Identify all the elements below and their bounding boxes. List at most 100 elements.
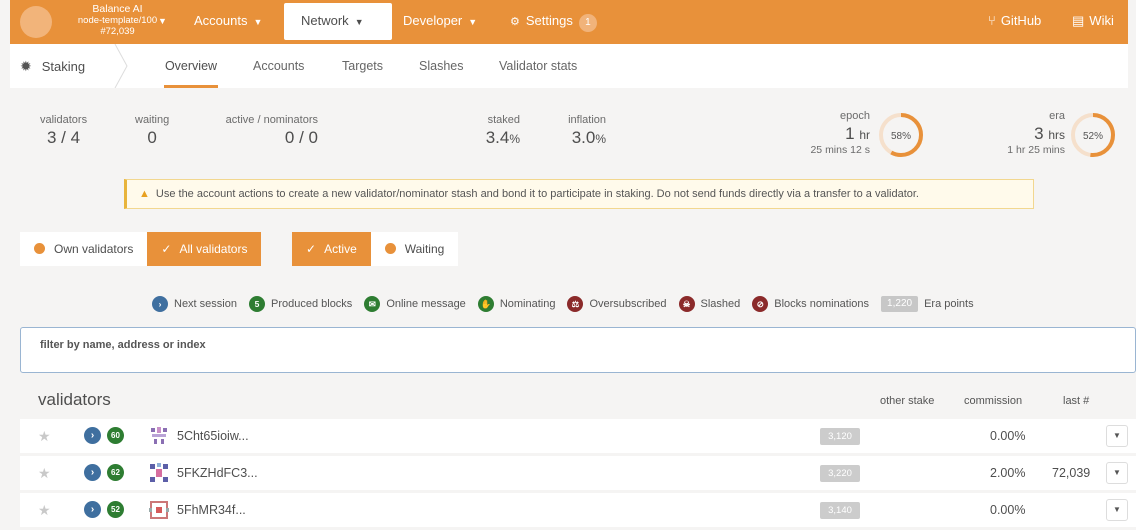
epoch-remaining: 25 mins 12 s <box>810 144 870 156</box>
inflation-number: 3.0 <box>571 128 596 147</box>
legend-next-session: › Next session <box>152 296 237 312</box>
next-session-icon: › <box>84 464 101 481</box>
chain-name: Balance AI <box>92 3 143 15</box>
era-number: 3 <box>1034 124 1044 143</box>
warning-text: Use the account actions to create a new … <box>155 188 919 200</box>
inflation-label: inflation <box>568 114 606 126</box>
col-last-block[interactable]: last # <box>1063 395 1089 407</box>
last-block-value: 72,039 <box>1052 466 1091 480</box>
table-row: ★ › 60 5Cht65ioiw... 3,120 0.00% ▼ <box>20 419 1136 453</box>
menu-network-label: Network <box>301 13 349 28</box>
wiki-label: Wiki <box>1089 13 1114 28</box>
col-commission[interactable]: commission <box>964 395 1022 407</box>
star-icon[interactable]: ★ <box>38 502 51 519</box>
produced-blocks-badge: 60 <box>107 427 124 444</box>
identicon[interactable] <box>148 499 170 521</box>
own-validators-button[interactable]: Own validators <box>20 232 148 266</box>
breadcrumb-chevron-icon <box>114 44 128 88</box>
chevron-down-icon: ▼ <box>468 17 478 27</box>
tab-overview[interactable]: Overview <box>156 44 226 88</box>
radio-dot-icon <box>34 243 45 254</box>
star-icon[interactable]: ★ <box>38 428 51 445</box>
skull-icon: ☠ <box>678 296 695 312</box>
active-label: Active <box>324 242 357 256</box>
col-other-stake[interactable]: other stake <box>880 395 934 407</box>
era-points-badge: 3,120 <box>820 428 860 445</box>
menu-settings[interactable]: ⚙ Settings 1 <box>510 0 597 44</box>
staked-value: 3.4% <box>470 128 520 148</box>
commission-value: 2.00% <box>990 466 1026 480</box>
staking-summary: validators 3 / 4 waiting 0 active / nomi… <box>10 96 1128 166</box>
expand-row-button[interactable]: ▼ <box>1106 425 1128 447</box>
filter-input[interactable] <box>39 352 1119 370</box>
staked-unit: % <box>509 132 520 146</box>
check-icon: ✓ <box>306 242 317 256</box>
stat-active-nominators: active / nominators 0 / 0 <box>216 114 318 148</box>
legend-produced-label: Produced blocks <box>270 298 353 310</box>
commission-value: 0.00% <box>990 429 1026 443</box>
epoch-number: 1 <box>845 124 855 143</box>
table-row: ★ › 52 5FhMR34f... 3,140 0.00% ▼ <box>20 493 1136 527</box>
hand-icon: ✋ <box>477 296 494 312</box>
legend-nominating-label: Nominating <box>499 298 556 310</box>
github-link[interactable]: ⑂ GitHub <box>988 0 1041 44</box>
tab-targets[interactable]: Targets <box>342 44 383 88</box>
tab-accounts[interactable]: Accounts <box>253 44 304 88</box>
book-icon: ▤ <box>1072 13 1085 28</box>
menu-developer[interactable]: Developer ▼ <box>403 0 477 44</box>
era-label: era <box>1049 110 1065 122</box>
legend-online-label: Online message <box>386 298 466 310</box>
chain-selector[interactable]: Balance AI node-template/100 #72,039 ▼ <box>10 0 190 44</box>
waiting-button[interactable]: Waiting <box>370 232 459 266</box>
validator-status-toggle: ✓ Active Waiting <box>292 232 459 266</box>
validator-address[interactable]: 5FhMR34f... <box>177 503 246 517</box>
best-block: #72,039 <box>100 26 135 37</box>
expand-row-button[interactable]: ▼ <box>1106 499 1128 521</box>
validators-label: validators <box>40 114 88 126</box>
wiki-link[interactable]: ▤ Wiki <box>1072 0 1114 44</box>
legend-online-message: ✉ Online message <box>364 296 466 312</box>
own-validators-label: Own validators <box>54 242 134 256</box>
chevron-down-icon: ▼ <box>354 17 364 27</box>
all-validators-button[interactable]: ✓ All validators <box>147 232 262 266</box>
tab-slashes[interactable]: Slashes <box>419 44 463 88</box>
all-validators-label: All validators <box>179 242 248 256</box>
tab-validator-stats[interactable]: Validator stats <box>499 44 577 88</box>
produced-blocks-badge: 62 <box>107 464 124 481</box>
staked-label: staked <box>487 114 520 126</box>
identicon[interactable] <box>148 462 170 484</box>
next-session-icon: › <box>84 501 101 518</box>
next-session-icon: › <box>84 427 101 444</box>
validator-address[interactable]: 5FKZHdFC3... <box>177 466 258 480</box>
epoch-percent: 58% <box>891 131 911 142</box>
active-nominators-value: 0 / 0 <box>284 128 318 147</box>
commission-value: 0.00% <box>990 503 1026 517</box>
epoch-label: epoch <box>840 110 870 122</box>
era-points-badge: 3,220 <box>820 465 860 482</box>
validator-address[interactable]: 5Cht65ioiw... <box>177 429 249 443</box>
envelope-icon: ✉ <box>364 296 381 312</box>
era-points-badge: 1,220 <box>881 296 919 312</box>
identicon[interactable] <box>148 425 170 447</box>
balance-scale-icon: ⚖ <box>567 296 584 312</box>
legend: › Next session 5 Produced blocks ✉ Online m… <box>152 294 986 314</box>
star-icon[interactable]: ★ <box>38 465 51 482</box>
active-nominators-label: active / nominators <box>225 114 318 126</box>
menu-accounts[interactable]: Accounts ▼ <box>194 0 262 44</box>
stat-validators: validators 3 / 4 <box>40 114 87 148</box>
era-percent: 52% <box>1083 131 1103 142</box>
active-button[interactable]: ✓ Active <box>292 232 371 266</box>
warning-icon: ▲ <box>139 188 150 200</box>
expand-row-button[interactable]: ▼ <box>1106 462 1128 484</box>
settings-icon: ⚙ <box>510 16 520 28</box>
menu-settings-label: Settings <box>525 13 573 28</box>
sub-navigation: ✹ Staking Overview Accounts Targets Slash… <box>10 44 1128 88</box>
filter-label: filter by name, address or index <box>40 339 206 351</box>
era-remaining: 1 hr 25 mins <box>1007 144 1065 156</box>
legend-nominating: ✋ Nominating <box>477 296 556 312</box>
section-staking: ✹ Staking <box>20 44 85 88</box>
menu-network[interactable]: Network ▼ <box>284 3 392 40</box>
legend-blocks-nominations: ⊘ Blocks nominations <box>752 296 869 312</box>
stat-era: era 3 hrs 1 hr 25 mins <box>985 110 1065 156</box>
top-bar: Balance AI node-template/100 #72,039 ▼ A… <box>10 0 1128 44</box>
